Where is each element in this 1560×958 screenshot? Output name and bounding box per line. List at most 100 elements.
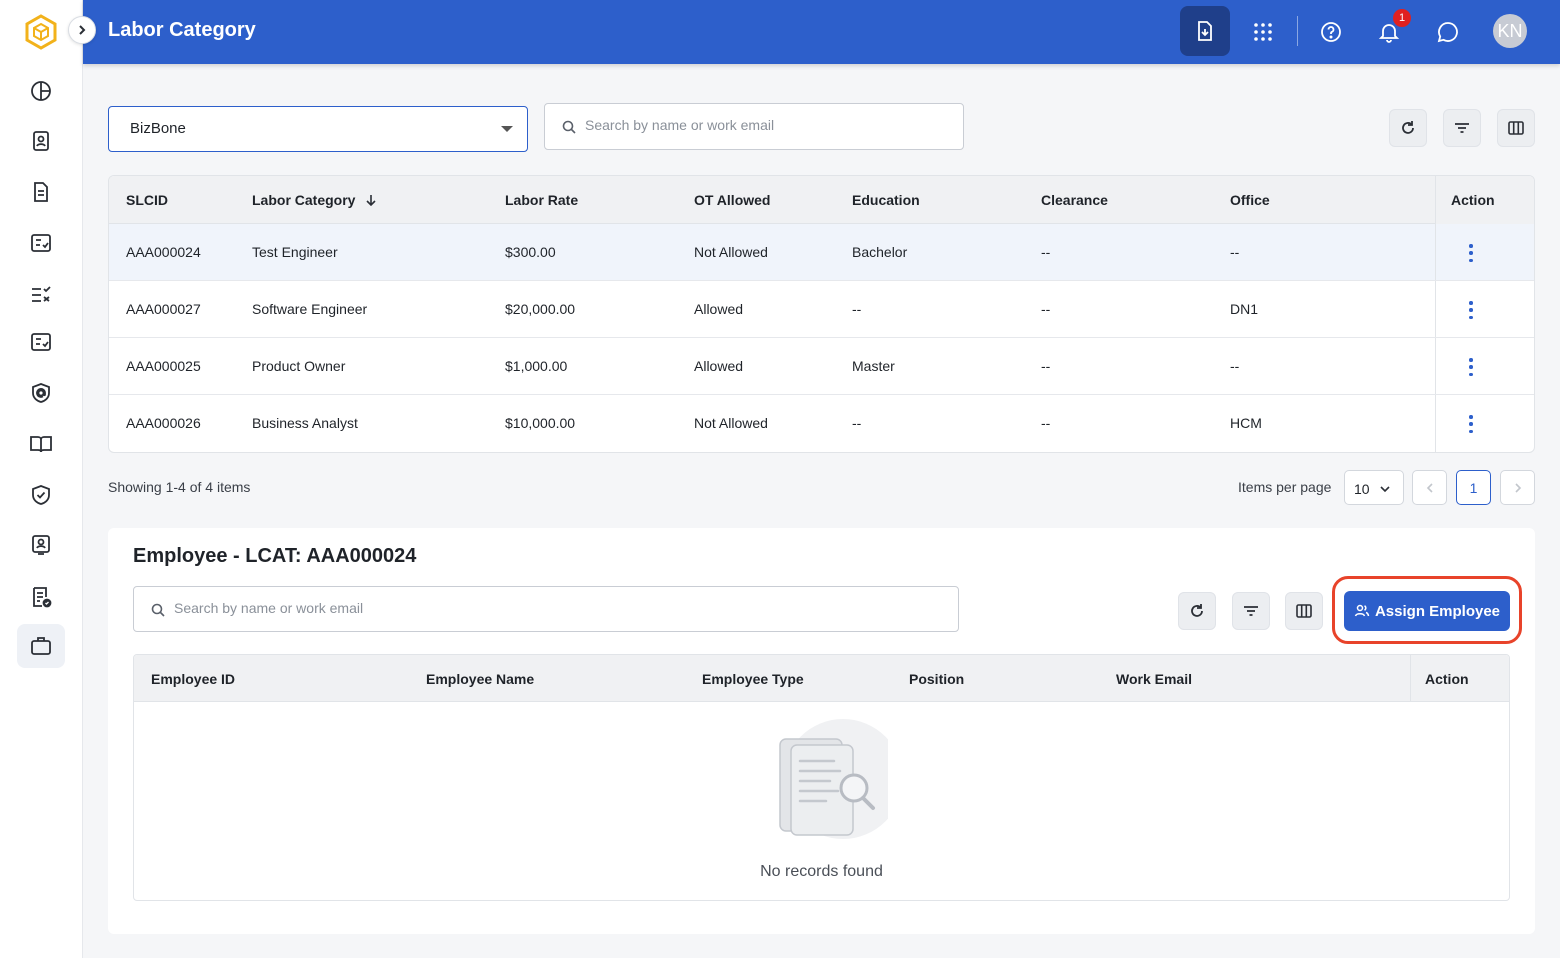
column-header-position[interactable]: Position: [909, 671, 964, 687]
topbar-divider: [1297, 16, 1298, 46]
cell-clearance: --: [1041, 244, 1051, 260]
column-header-slcid[interactable]: SLCID: [126, 192, 168, 208]
assign-employee-button[interactable]: Assign Employee: [1344, 591, 1510, 631]
columns-icon: [1508, 121, 1524, 135]
employee-columns-button[interactable]: [1285, 592, 1323, 630]
column-header-action: Action: [1425, 671, 1469, 687]
column-header-work-email[interactable]: Work Email: [1116, 671, 1192, 687]
employee-section-title: Employee - LCAT: AAA000024: [133, 545, 417, 567]
sort-down-icon: [366, 195, 376, 207]
checklist-icon[interactable]: [23, 225, 59, 261]
cell-category: Product Owner: [252, 358, 346, 374]
document-icon[interactable]: [23, 174, 59, 210]
cell-category: Business Analyst: [252, 415, 358, 431]
employee-table: Employee ID Employee Name Employee Type …: [133, 654, 1510, 901]
cell-education: Master: [852, 358, 895, 374]
column-header-employee-id[interactable]: Employee ID: [151, 671, 235, 687]
table-row[interactable]: AAA000027 Software Engineer $20,000.00 A…: [109, 281, 1534, 338]
column-header-employee-type[interactable]: Employee Type: [702, 671, 804, 687]
chevron-down-icon: [1380, 486, 1390, 493]
contact-card-icon[interactable]: [23, 123, 59, 159]
report-check-icon[interactable]: [23, 579, 59, 615]
next-page-button[interactable]: [1500, 470, 1535, 505]
briefcase-icon[interactable]: [17, 624, 65, 668]
cell-education: Bachelor: [852, 244, 908, 260]
filter-icon: [1244, 606, 1258, 616]
action-cell: [1435, 395, 1534, 452]
table-row[interactable]: AAA000025 Product Owner $1,000.00 Allowe…: [109, 338, 1534, 395]
sidebar-expand-button[interactable]: [68, 16, 96, 44]
help-icon: [1321, 22, 1341, 42]
company-select[interactable]: BizBone: [108, 106, 528, 152]
column-header-action-label: Action: [1451, 192, 1495, 208]
task-list-icon[interactable]: [23, 275, 59, 311]
employee-search-box: [133, 586, 959, 632]
cell-slcid: AAA000024: [126, 244, 201, 260]
empty-state-illustration: [779, 719, 888, 839]
labor-search-input[interactable]: [585, 117, 945, 133]
column-header-clearance[interactable]: Clearance: [1041, 192, 1108, 208]
chat-icon: [1437, 22, 1458, 43]
cell-education: --: [852, 415, 862, 431]
chat-button[interactable]: [1430, 14, 1466, 50]
empty-state-text: No records found: [760, 863, 883, 880]
apps-grid-icon: [1254, 23, 1272, 41]
assign-employee-label: Assign Employee: [1374, 602, 1501, 620]
page-button-current[interactable]: 1: [1456, 470, 1491, 505]
more-actions-icon[interactable]: [1466, 301, 1476, 319]
at-shield-icon[interactable]: [23, 375, 59, 411]
badge-icon[interactable]: [23, 527, 59, 563]
column-header-labor-rate[interactable]: Labor Rate: [505, 192, 578, 208]
items-per-page-select[interactable]: 10: [1344, 470, 1404, 505]
cell-slcid: AAA000025: [126, 358, 201, 374]
app-logo[interactable]: [24, 14, 58, 50]
user-avatar[interactable]: KN: [1493, 14, 1527, 48]
more-actions-icon[interactable]: [1466, 358, 1476, 376]
employee-refresh-button[interactable]: [1178, 592, 1216, 630]
items-per-page-label: Items per page: [1238, 479, 1332, 495]
dashboard-icon[interactable]: [23, 73, 59, 109]
cell-rate: $300.00: [505, 244, 556, 260]
apps-grid-button[interactable]: [1245, 14, 1281, 50]
shield-check-icon[interactable]: [23, 477, 59, 513]
refresh-icon: [1191, 604, 1203, 617]
table-row[interactable]: AAA000026 Business Analyst $10,000.00 No…: [109, 395, 1534, 452]
cell-rate: $10,000.00: [505, 415, 576, 431]
users-icon: [1354, 604, 1370, 617]
action-cell: [1435, 281, 1534, 337]
column-header-office[interactable]: Office: [1230, 192, 1270, 208]
table-row[interactable]: AAA000024 Test Engineer $300.00 Not Allo…: [109, 224, 1534, 281]
column-header-employee-name[interactable]: Employee Name: [426, 671, 534, 687]
column-header-labor-category[interactable]: Labor Category: [252, 192, 377, 208]
more-actions-icon[interactable]: [1466, 415, 1476, 433]
cell-rate: $20,000.00: [505, 301, 576, 317]
checklist-alt-icon[interactable]: [23, 324, 59, 360]
items-per-page-value: 10: [1354, 481, 1370, 497]
refresh-button[interactable]: [1389, 109, 1427, 147]
labor-category-table: SLCID Labor Category Labor Rate OT Allow…: [108, 175, 1535, 453]
prev-page-button[interactable]: [1412, 470, 1447, 505]
book-icon[interactable]: [23, 426, 59, 462]
column-header-ot-allowed[interactable]: OT Allowed: [694, 192, 770, 208]
cell-office: --: [1230, 358, 1240, 374]
notification-badge: 1: [1393, 9, 1411, 27]
columns-icon: [1296, 604, 1312, 618]
search-icon: [151, 603, 165, 617]
employee-filter-button[interactable]: [1232, 592, 1270, 630]
company-select-value: BizBone: [130, 120, 186, 137]
export-button[interactable]: [1180, 6, 1230, 56]
more-actions-icon[interactable]: [1466, 244, 1476, 262]
pagination-summary: Showing 1-4 of 4 items: [108, 479, 251, 495]
cell-ot: Not Allowed: [694, 244, 768, 260]
employee-section: Employee - LCAT: AAA000024 Assign Employ…: [108, 528, 1535, 934]
columns-button[interactable]: [1497, 109, 1535, 147]
cell-clearance: --: [1041, 301, 1051, 317]
chevron-right-icon: [1514, 482, 1521, 493]
file-download-icon: [1198, 21, 1212, 41]
table-header: SLCID Labor Category Labor Rate OT Allow…: [109, 176, 1534, 224]
column-header-education[interactable]: Education: [852, 192, 920, 208]
employee-search-input[interactable]: [174, 600, 934, 616]
filter-button[interactable]: [1443, 109, 1481, 147]
cell-office: DN1: [1230, 301, 1259, 317]
help-button[interactable]: [1313, 14, 1349, 50]
